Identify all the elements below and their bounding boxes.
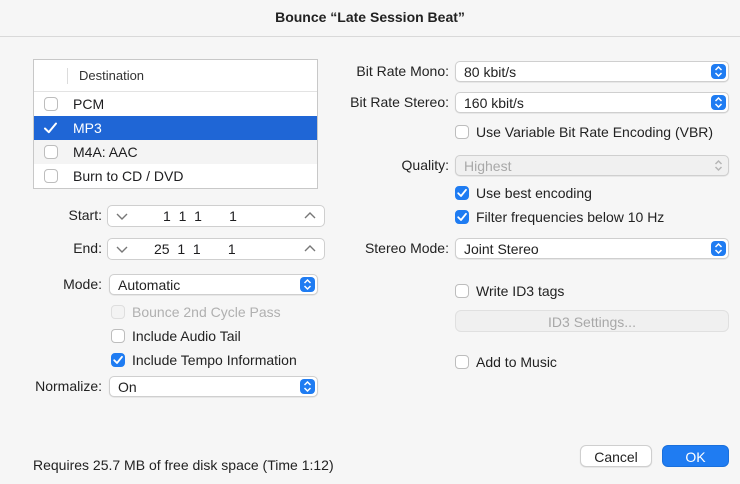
bitrate-mono-value: 80 kbit/s bbox=[464, 64, 517, 80]
bitrate-mono-label: Bit Rate Mono: bbox=[356, 63, 449, 79]
vbr-label: Use Variable Bit Rate Encoding (VBR) bbox=[476, 124, 714, 140]
include-audio-tail-checkbox[interactable] bbox=[111, 329, 125, 343]
add-to-music-checkbox[interactable] bbox=[455, 355, 469, 369]
normalize-label: Normalize: bbox=[35, 378, 102, 394]
destination-item-burn-cd[interactable]: Burn to CD / DVD bbox=[34, 164, 317, 188]
destination-header: Destination bbox=[34, 60, 317, 92]
burn-cd-checkbox[interactable] bbox=[44, 169, 58, 183]
mode-label: Mode: bbox=[63, 276, 102, 292]
vbr-checkbox[interactable] bbox=[455, 125, 469, 139]
chevron-up-icon[interactable] bbox=[304, 244, 316, 254]
updown-arrows-icon bbox=[300, 379, 315, 394]
checkmark-icon[interactable] bbox=[43, 121, 58, 135]
filter-frequencies-label: Filter frequencies below 10 Hz bbox=[476, 209, 665, 225]
updown-arrows-icon bbox=[711, 95, 726, 110]
stereo-mode-value: Joint Stereo bbox=[464, 241, 539, 257]
bitrate-stereo-popup[interactable]: 160 kbit/s bbox=[455, 92, 729, 113]
start-position-value: 1 1 1 1 bbox=[163, 208, 237, 224]
normalize-value: On bbox=[118, 379, 137, 395]
updown-arrows-icon bbox=[711, 64, 726, 79]
destination-item-label: PCM bbox=[73, 96, 105, 112]
bounce-2nd-cycle-checkbox[interactable] bbox=[111, 305, 125, 319]
destination-item-label: MP3 bbox=[73, 120, 102, 136]
mode-value: Automatic bbox=[118, 277, 181, 293]
stereo-mode-label: Stereo Mode: bbox=[364, 240, 449, 256]
checkmark-icon bbox=[113, 355, 123, 364]
normalize-popup[interactable]: On bbox=[109, 376, 318, 397]
id3-settings-button[interactable]: ID3 Settings... bbox=[455, 310, 729, 332]
stereo-mode-popup[interactable]: Joint Stereo bbox=[455, 238, 729, 259]
quality-popup[interactable]: Highest bbox=[455, 155, 729, 176]
destination-item-mp3[interactable]: MP3 bbox=[34, 116, 317, 140]
destination-item-pcm[interactable]: PCM bbox=[34, 92, 317, 116]
quality-label: Quality: bbox=[401, 157, 449, 173]
checkmark-icon bbox=[457, 212, 467, 221]
destination-item-label: Burn to CD / DVD bbox=[73, 168, 184, 184]
header-divider bbox=[67, 68, 68, 84]
window-title: Bounce “Late Session Beat” bbox=[0, 0, 740, 37]
disk-space-info: Requires 25.7 MB of free disk space (Tim… bbox=[33, 457, 334, 473]
include-audio-tail-label: Include Audio Tail bbox=[132, 328, 241, 344]
bounce-dialog: Bounce “Late Session Beat” Destination P… bbox=[0, 0, 740, 484]
bitrate-mono-popup[interactable]: 80 kbit/s bbox=[455, 61, 729, 82]
destination-header-label: Destination bbox=[79, 68, 145, 83]
bounce-2nd-cycle-label: Bounce 2nd Cycle Pass bbox=[132, 304, 281, 320]
quality-value: Highest bbox=[464, 158, 512, 174]
end-label: End: bbox=[73, 240, 102, 256]
include-tempo-label: Include Tempo Information bbox=[132, 352, 297, 368]
updown-arrows-icon bbox=[711, 158, 726, 173]
filter-frequencies-checkbox[interactable] bbox=[455, 210, 469, 224]
checkmark-icon bbox=[457, 188, 467, 197]
destination-item-m4a[interactable]: M4A: AAC bbox=[34, 140, 317, 164]
chevron-down-icon[interactable] bbox=[116, 211, 128, 221]
ok-button[interactable]: OK bbox=[662, 445, 729, 467]
end-position-field[interactable]: 25 1 1 1 bbox=[107, 238, 325, 260]
write-id3-checkbox[interactable] bbox=[455, 284, 469, 298]
updown-arrows-icon bbox=[300, 277, 315, 292]
cancel-button[interactable]: Cancel bbox=[580, 445, 652, 467]
m4a-checkbox[interactable] bbox=[44, 145, 58, 159]
start-label: Start: bbox=[68, 207, 102, 223]
mode-popup[interactable]: Automatic bbox=[109, 274, 318, 295]
start-position-field[interactable]: 1 1 1 1 bbox=[107, 205, 325, 227]
chevron-up-icon[interactable] bbox=[304, 211, 316, 221]
best-encoding-checkbox[interactable] bbox=[455, 186, 469, 200]
write-id3-label: Write ID3 tags bbox=[476, 283, 565, 299]
pcm-checkbox[interactable] bbox=[44, 97, 58, 111]
destination-item-label: M4A: AAC bbox=[73, 144, 138, 160]
add-to-music-label: Add to Music bbox=[476, 354, 557, 370]
bitrate-stereo-value: 160 kbit/s bbox=[464, 95, 524, 111]
destination-list: Destination PCM MP3 M4A: AAC Burn to CD … bbox=[33, 59, 318, 189]
updown-arrows-icon bbox=[711, 241, 726, 256]
end-position-value: 25 1 1 1 bbox=[154, 241, 236, 257]
chevron-down-icon[interactable] bbox=[116, 244, 128, 254]
include-tempo-checkbox[interactable] bbox=[111, 353, 125, 367]
bitrate-stereo-label: Bit Rate Stereo: bbox=[350, 94, 449, 110]
best-encoding-label: Use best encoding bbox=[476, 185, 592, 201]
